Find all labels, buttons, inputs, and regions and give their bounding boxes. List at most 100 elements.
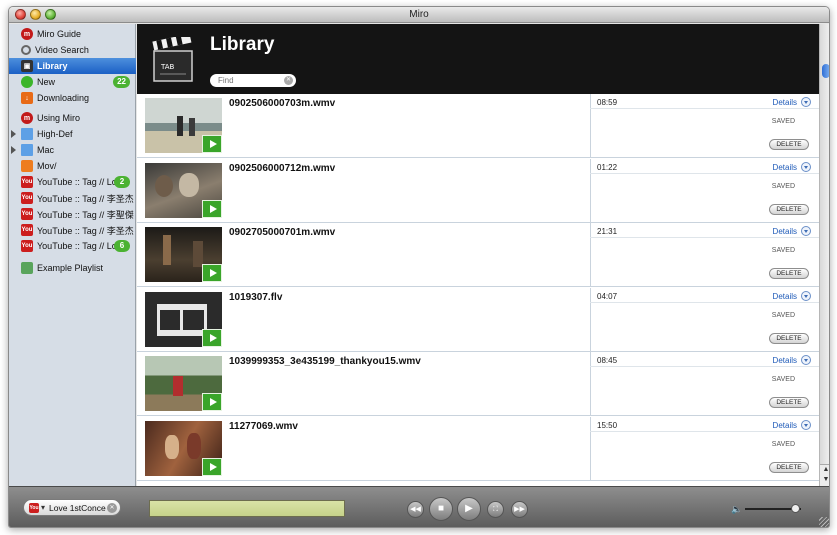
sidebar-item[interactable]: You YouTube :: Tag // Lo 2 — [9, 174, 136, 190]
sidebar-item[interactable]: m Miro Guide — [9, 26, 136, 42]
fast-forward-icon: ▶▶ — [514, 506, 525, 513]
details-link[interactable]: Details — [773, 227, 797, 236]
play-video-button[interactable] — [202, 393, 222, 411]
sidebar-item[interactable]: New 22 — [9, 74, 136, 90]
miro-icon: m — [21, 112, 33, 124]
saved-status: SAVED — [771, 311, 795, 319]
video-filename: 0902705000701m.wmv — [229, 227, 336, 238]
delete-button[interactable]: DELETE — [769, 397, 809, 408]
stop-button[interactable]: ■ — [429, 497, 453, 521]
sidebar-item[interactable]: Mov/ — [9, 158, 136, 174]
delete-button[interactable]: DELETE — [769, 461, 809, 473]
title-bar[interactable]: Miro — [9, 7, 829, 23]
fullscreen-icon: ⛶ — [493, 506, 498, 513]
play-video-button[interactable] — [202, 328, 222, 347]
close-icon[interactable]: ✕ — [107, 503, 117, 513]
channel-selector[interactable]: You ▾ Love 1stConce ✕ — [23, 499, 121, 516]
video-thumbnail[interactable] — [145, 227, 222, 282]
video-row[interactable]: 0902506000712m.wmv 01:22 Details SAVED DELET… — [137, 158, 819, 223]
player-bar: You ▾ Love 1stConce ✕ ◀◀ ■ ▶ ⛶ ▶▶ 🔈 — [9, 486, 829, 527]
details-toggle-icon[interactable] — [801, 290, 811, 301]
resize-grip[interactable] — [819, 517, 829, 527]
scroll-thumb[interactable] — [822, 64, 829, 78]
details-toggle-icon[interactable] — [801, 226, 811, 236]
sidebar-item-label: Using Miro — [37, 113, 81, 123]
youtube-icon: You — [21, 224, 33, 236]
saved-status: SAVED — [771, 182, 795, 190]
disclosure-triangle-icon[interactable] — [11, 130, 16, 138]
video-row[interactable]: 11277069.wmv 15:50 Details SAVED DELETE — [137, 416, 819, 481]
clapperboard-icon: TAB — [152, 37, 193, 82]
play-button[interactable]: ▶ — [457, 497, 481, 521]
disclosure-triangle-icon[interactable] — [11, 146, 16, 154]
video-thumbnail[interactable] — [145, 98, 222, 153]
sidebar-item[interactable]: You YouTube :: Tag // 李圣杰 — [9, 222, 136, 238]
details-toggle-icon[interactable] — [801, 355, 811, 365]
fullscreen-button[interactable]: ⛶ — [487, 501, 504, 518]
details-link[interactable]: Details — [773, 98, 797, 107]
vertical-scrollbar[interactable]: ▲ ▼ — [819, 24, 829, 486]
fast-forward-button[interactable]: ▶▶ — [511, 501, 528, 518]
details-link[interactable]: Details — [773, 356, 797, 365]
play-video-button[interactable] — [202, 264, 222, 282]
video-thumbnail[interactable] — [145, 356, 222, 411]
play-video-button[interactable] — [202, 199, 222, 218]
delete-button[interactable]: DELETE — [769, 268, 809, 279]
sidebar-item[interactable]: Video Search — [9, 42, 136, 58]
unread-count-badge: 2 — [114, 176, 130, 188]
library-icon: ▣ — [21, 60, 33, 72]
details-link[interactable]: Details — [773, 163, 797, 172]
details-toggle-icon[interactable] — [801, 161, 811, 172]
delete-button[interactable]: DELETE — [769, 203, 809, 215]
video-duration: 04:07 — [597, 291, 618, 301]
video-duration: 15:50 — [597, 420, 618, 430]
video-row[interactable]: 1039999353_3e435199_thankyou15.wmv 08:45 D… — [137, 352, 819, 416]
rss-icon — [21, 160, 33, 172]
delete-button[interactable]: DELETE — [769, 332, 809, 344]
details-toggle-icon[interactable] — [801, 97, 811, 107]
video-row[interactable]: 1019307.flv 04:07 Details SAVED DELETE — [137, 287, 819, 352]
sidebar-item-label: Example Playlist — [37, 263, 104, 273]
playback-progress[interactable] — [149, 500, 345, 517]
play-video-button[interactable] — [202, 135, 222, 153]
row-separator — [590, 172, 819, 174]
saved-status: SAVED — [771, 376, 795, 383]
sidebar-item[interactable]: m Using Miro — [9, 110, 136, 126]
video-duration: 08:59 — [597, 98, 618, 107]
sidebar-item[interactable]: Mac — [9, 142, 136, 158]
details-link[interactable]: Details — [773, 421, 797, 430]
video-row[interactable]: 0902705000701m.wmv 21:31 Details SAVED DELET… — [137, 223, 819, 287]
sidebar-item-label: YouTube :: Tag // Lo — [37, 241, 117, 251]
video-thumbnail[interactable] — [145, 162, 222, 218]
clear-search-icon[interactable]: ✕ — [284, 76, 293, 85]
search-icon — [21, 45, 31, 55]
details-toggle-icon[interactable] — [801, 419, 811, 430]
row-separator — [590, 430, 819, 432]
sidebar-item[interactable]: You YouTube :: Tag // Lo 6 — [9, 238, 136, 254]
video-thumbnail[interactable] — [145, 420, 222, 476]
unread-count-badge: 22 — [113, 76, 130, 88]
miro-window: Miro m Miro Guide Video Search ▣ Library New 2… — [8, 6, 830, 528]
youtube-icon: You — [21, 176, 33, 188]
volume-knob[interactable] — [791, 504, 800, 513]
delete-button[interactable]: DELETE — [769, 139, 809, 150]
youtube-icon: You — [21, 208, 33, 220]
scroll-arrows[interactable]: ▲ ▼ — [820, 464, 829, 486]
video-duration: 01:22 — [597, 162, 618, 172]
play-video-button[interactable] — [202, 457, 222, 476]
youtube-icon: You — [29, 503, 39, 513]
row-separator — [590, 301, 819, 303]
sidebar-item[interactable]: High-Def — [9, 126, 136, 142]
column-divider — [590, 416, 591, 481]
rewind-button[interactable]: ◀◀ — [407, 501, 424, 518]
row-separator — [590, 237, 819, 238]
sidebar-item[interactable]: ↓ Downloading — [9, 90, 136, 106]
details-link[interactable]: Details — [773, 292, 797, 301]
sidebar: m Miro Guide Video Search ▣ Library New 22 ↓ Dow… — [9, 24, 136, 486]
sidebar-item[interactable]: You YouTube :: Tag // 李圣杰 — [9, 190, 136, 206]
video-row[interactable]: 0902506000703m.wmv 08:59 Details SAVED DELET… — [137, 94, 819, 158]
sidebar-item[interactable]: You YouTube :: Tag // 李聖傑 — [9, 206, 136, 222]
video-thumbnail[interactable] — [145, 291, 222, 347]
sidebar-item[interactable]: ▣ Library — [9, 58, 136, 74]
sidebar-item[interactable]: Example Playlist — [9, 260, 136, 276]
